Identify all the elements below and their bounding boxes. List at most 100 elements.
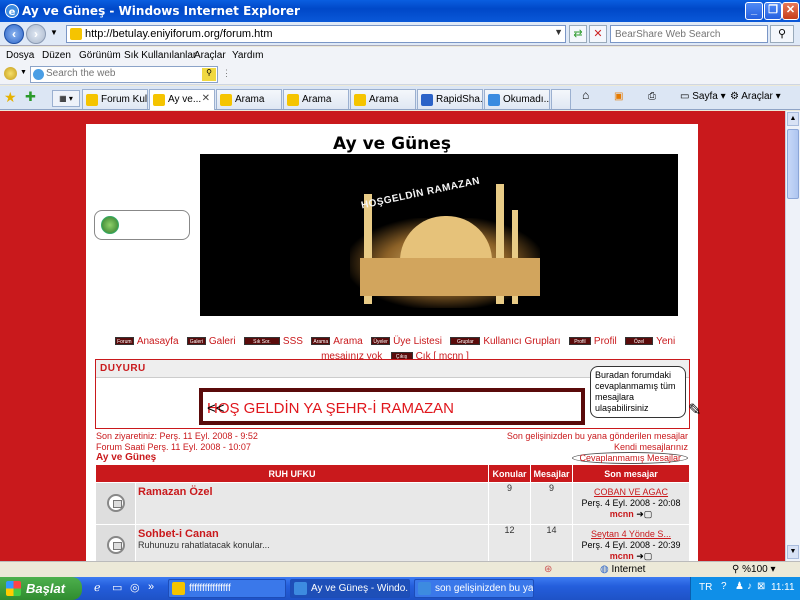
last-post-title[interactable]: COBAN VE AGAC <box>594 487 668 497</box>
nav-faq[interactable]: Sık Sor. SSS <box>243 336 303 347</box>
toolbar-search-go-icon[interactable]: ⚲ <box>202 68 216 81</box>
maximize-button[interactable]: ❐ <box>764 2 782 20</box>
nav-groups-link[interactable]: Kullanıcı Grupları <box>483 336 560 347</box>
close-button[interactable]: ✕ <box>782 2 799 20</box>
taskbar-item-ie[interactable]: Ay ve Güneş - Windo... <box>290 579 410 598</box>
tray-network-icon[interactable]: ⊠ <box>757 581 765 592</box>
address-bar[interactable]: http://betulay.eniyiforum.org/forum.htm … <box>66 25 566 43</box>
scroll-down-icon[interactable]: ▼ <box>787 545 799 559</box>
tab-rapidshare[interactable]: RapidSha... <box>417 89 483 109</box>
faq-icon: Sık Sor. <box>243 337 280 346</box>
tools-menu-label: Araçlar <box>741 91 773 102</box>
zoom-control[interactable]: ⚲ %100 ▾ <box>732 564 776 575</box>
forum-name[interactable]: Ramazan Özel <box>136 483 488 498</box>
link-unanswered[interactable]: Cevaplanmamış Mesajlar <box>572 452 688 464</box>
add-favorites-icon[interactable]: ✚ <box>25 89 36 105</box>
taskbar-item-ie-2[interactable]: son gelişinizden bu ya... <box>414 579 534 598</box>
nav-faq-link[interactable]: SSS <box>283 336 303 347</box>
tray-help-icon[interactable]: ? <box>721 581 727 592</box>
nav-gallery-link[interactable]: Galeri <box>209 336 236 347</box>
quicklaunch-ie-icon[interactable]: ℯ <box>94 581 101 594</box>
history-dropdown-icon[interactable]: ▼ <box>50 28 58 37</box>
nav-members-link[interactable]: Üye Listesi <box>393 336 442 347</box>
quicklaunch-desktop-icon[interactable]: ▭ <box>112 581 122 594</box>
go-to-post-icon[interactable]: ➜▢ <box>636 509 652 519</box>
category-header[interactable]: RUH UFKU <box>95 464 489 483</box>
favorites-star-icon[interactable]: ★ <box>4 89 17 106</box>
nav-search-link[interactable]: Arama <box>333 336 362 347</box>
link-own-posts[interactable]: Kendi mesajlarınız <box>614 442 688 452</box>
tab-arama-1[interactable]: Arama <box>216 89 282 109</box>
forum-name[interactable]: Sohbet-i Canan <box>136 525 488 540</box>
feeds-icon[interactable]: ▣ <box>614 91 623 102</box>
title-bar: e Ay ve Güneş - Windows Internet Explore… <box>0 0 800 22</box>
forward-button[interactable]: › <box>26 24 46 44</box>
menu-edit[interactable]: Düzen <box>42 50 71 61</box>
live-search-box[interactable] <box>610 25 768 43</box>
nav-profile[interactable]: Profil Profil <box>568 336 617 347</box>
menu-help[interactable]: Yardım <box>232 50 264 61</box>
toolbar-grip-icon[interactable]: ⋮ <box>222 68 231 79</box>
quicklaunch-media-icon[interactable]: ◎ <box>130 581 140 594</box>
last-post-title[interactable]: Seytan 4 Yönde S... <box>591 529 671 539</box>
tab-arama-2[interactable]: Arama <box>283 89 349 109</box>
search-icon[interactable]: ⚲ <box>770 25 794 43</box>
stop-button[interactable]: ✕ <box>589 25 607 43</box>
menu-file[interactable]: Dosya <box>6 50 34 61</box>
quick-tabs-button[interactable]: ▦ ▾ <box>52 90 80 107</box>
menu-tools[interactable]: Araçlar <box>194 50 226 61</box>
minimize-button[interactable]: _ <box>745 2 763 20</box>
security-icon[interactable]: ⊛ <box>544 564 552 575</box>
breadcrumb[interactable]: Ay ve Güneş <box>96 452 156 463</box>
tray-volume-icon[interactable]: ♪ <box>747 581 752 592</box>
refresh-button[interactable]: ⇄ <box>569 25 587 43</box>
tab-ay-ve-gunes[interactable]: Ay ve... ✕ <box>149 89 215 110</box>
toolbar-logo-icon[interactable] <box>4 67 17 80</box>
nav-profile-link[interactable]: Profil <box>594 336 617 347</box>
nav-home[interactable]: Forum Anasayfa <box>114 336 179 347</box>
tools-menu[interactable]: ⚙ Araçlar ▾ <box>730 91 781 102</box>
quicklaunch-more-icon[interactable]: » <box>148 581 154 593</box>
ie-task-icon <box>418 582 431 595</box>
nav-home-link[interactable]: Anasayfa <box>137 336 179 347</box>
menu-favorites[interactable]: Sık Kullanılanlar <box>124 50 196 61</box>
new-tab-button[interactable] <box>551 89 571 109</box>
last-post-user[interactable]: mcnn <box>610 509 634 519</box>
profile-widget[interactable] <box>94 210 190 240</box>
tab-arama-3[interactable]: Arama <box>350 89 416 109</box>
link-since-last-visit[interactable]: Son gelişinizden bu yana gönderilen mesa… <box>507 431 688 441</box>
menu-view[interactable]: Görünüm <box>79 50 121 61</box>
tab-forum-kul[interactable]: Forum Kul... <box>82 89 148 109</box>
last-post-user[interactable]: mcnn <box>610 551 634 561</box>
page-icon: ▭ <box>680 91 693 102</box>
toolbar-dropdown-icon[interactable]: ▼ <box>20 69 27 76</box>
nav-search[interactable]: Arama Arama <box>311 336 363 347</box>
live-search-input[interactable] <box>611 26 761 42</box>
nav-gallery[interactable]: Galeri Galeri <box>186 336 236 347</box>
tray-user-icon[interactable]: ♟ <box>735 581 744 592</box>
nav-groups[interactable]: Gruplar Kullanıcı Grupları <box>450 336 561 347</box>
taskbar-item-folder[interactable]: ffffffffffffffff <box>168 579 286 598</box>
go-to-post-icon[interactable]: ➜▢ <box>636 551 652 561</box>
ramadan-banner: HOŞGELDİN RAMAZAN <box>200 154 678 316</box>
toolbar-search[interactable]: ⚲ <box>30 66 218 83</box>
language-indicator[interactable]: TR <box>699 582 712 593</box>
home-icon[interactable]: ⌂ <box>582 88 589 102</box>
nav-members[interactable]: Üyeler Üye Listesi <box>371 336 442 347</box>
address-url[interactable]: http://betulay.eniyiforum.org/forum.htm <box>85 28 273 40</box>
post-count: 9 <box>530 482 573 525</box>
scroll-up-icon[interactable]: ▲ <box>787 112 799 126</box>
tab-close-icon[interactable]: ✕ <box>202 93 210 104</box>
toolbar-search-input[interactable] <box>46 68 196 79</box>
scroll-thumb[interactable] <box>787 129 799 199</box>
print-icon[interactable]: ⎙ <box>648 91 656 102</box>
address-dropdown-icon[interactable]: ▼ <box>554 27 563 37</box>
tab-okumadi[interactable]: Okumadı... <box>484 89 550 109</box>
start-button[interactable]: Başlat <box>0 577 82 600</box>
zone-indicator[interactable]: ◍ Internet <box>600 564 645 575</box>
tab-label: Ay ve... <box>168 94 202 105</box>
back-button[interactable]: ‹ <box>4 24 24 44</box>
clock[interactable]: 11:11 <box>771 582 795 593</box>
page-menu[interactable]: ▭ Sayfa ▾ <box>680 91 726 102</box>
vertical-scrollbar[interactable]: ▲ ▼ <box>785 111 800 561</box>
